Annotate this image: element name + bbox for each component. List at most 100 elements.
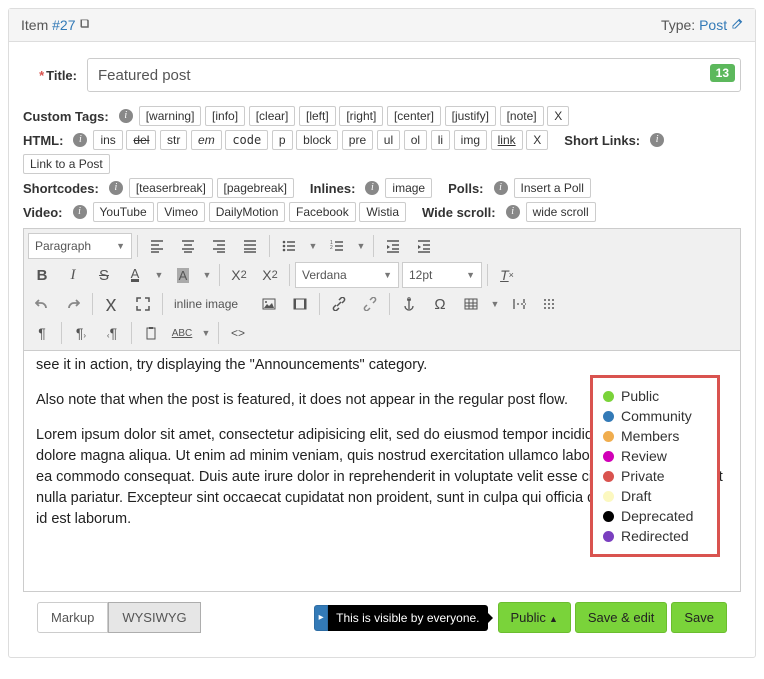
tag-button[interactable]: [note]: [500, 106, 544, 126]
status-option[interactable]: Redirected: [603, 526, 707, 546]
tag-button[interactable]: block: [296, 130, 338, 150]
status-option[interactable]: Review: [603, 446, 707, 466]
status-option[interactable]: Deprecated: [603, 506, 707, 526]
italic-icon[interactable]: I: [59, 262, 87, 288]
tag-button[interactable]: li: [431, 130, 450, 150]
inline-image-button[interactable]: image: [385, 178, 432, 198]
fullscreen-icon[interactable]: [129, 291, 157, 317]
status-option[interactable]: Public: [603, 386, 707, 406]
rtl-icon[interactable]: ‹¶: [98, 320, 126, 346]
info-icon[interactable]: i: [119, 109, 133, 123]
save-button[interactable]: Save: [671, 602, 727, 633]
tag-button[interactable]: ul: [377, 130, 400, 150]
special-char-icon[interactable]: Ω: [426, 291, 454, 317]
tag-button[interactable]: code: [225, 130, 268, 150]
superscript-icon[interactable]: X2: [256, 262, 284, 288]
dropdown-icon[interactable]: ▼: [199, 320, 213, 346]
size-select[interactable]: 12pt▼: [402, 262, 482, 288]
tag-button[interactable]: em: [191, 130, 222, 150]
font-select[interactable]: Verdana▼: [295, 262, 399, 288]
link-icon[interactable]: [325, 291, 353, 317]
info-icon[interactable]: i: [365, 181, 379, 195]
media-icon[interactable]: [286, 291, 314, 317]
info-icon[interactable]: i: [73, 133, 87, 147]
tag-button[interactable]: [center]: [387, 106, 441, 126]
dropdown-icon[interactable]: ▼: [354, 233, 368, 259]
dropdown-icon[interactable]: ▼: [152, 262, 166, 288]
wide-scroll-button[interactable]: wide scroll: [526, 202, 596, 222]
tag-button[interactable]: [justify]: [445, 106, 496, 126]
markup-tab[interactable]: Markup: [37, 602, 108, 633]
subscript-icon[interactable]: X2: [225, 262, 253, 288]
tag-button[interactable]: p: [272, 130, 293, 150]
info-icon[interactable]: i: [73, 205, 87, 219]
pagebreak-icon[interactable]: [505, 291, 533, 317]
inline-image-button[interactable]: inline image: [168, 291, 252, 317]
tag-button[interactable]: X: [526, 130, 548, 150]
bg-color-icon[interactable]: A: [169, 262, 197, 288]
outdent-icon[interactable]: [379, 233, 407, 259]
tag-button[interactable]: [warning]: [139, 106, 202, 126]
status-option[interactable]: Draft: [603, 486, 707, 506]
anchor-icon[interactable]: [395, 291, 423, 317]
info-icon[interactable]: i: [506, 205, 520, 219]
tag-button[interactable]: del: [126, 130, 156, 150]
wysiwyg-tab[interactable]: WYSIWYG: [108, 602, 200, 633]
dropdown-icon[interactable]: ▼: [306, 233, 320, 259]
unlink-icon[interactable]: [356, 291, 384, 317]
tag-button[interactable]: Vimeo: [157, 202, 205, 222]
paste-icon[interactable]: [137, 320, 165, 346]
insert-poll-button[interactable]: Insert a Poll: [514, 178, 591, 198]
tag-button[interactable]: X: [547, 106, 569, 126]
tag-button[interactable]: [right]: [339, 106, 383, 126]
info-icon[interactable]: i: [650, 133, 664, 147]
align-left-icon[interactable]: [143, 233, 171, 259]
status-option[interactable]: Private: [603, 466, 707, 486]
dropdown-icon[interactable]: ▼: [200, 262, 214, 288]
visibility-button[interactable]: Public▲: [498, 602, 571, 633]
history-icon[interactable]: [79, 18, 91, 30]
tag-button[interactable]: [clear]: [249, 106, 296, 126]
save-edit-button[interactable]: Save & edit: [575, 602, 668, 633]
tag-button[interactable]: ol: [404, 130, 427, 150]
tag-button[interactable]: img: [454, 130, 487, 150]
tag-button[interactable]: pre: [342, 130, 373, 150]
spellcheck-icon[interactable]: ABC: [168, 320, 196, 346]
bullet-list-icon[interactable]: [275, 233, 303, 259]
table-icon[interactable]: [457, 291, 485, 317]
tag-button[interactable]: [teaserbreak]: [129, 178, 213, 198]
text-color-icon[interactable]: A: [121, 262, 149, 288]
pilcrow-icon[interactable]: ¶: [28, 320, 56, 346]
info-icon[interactable]: i: [494, 181, 508, 195]
status-option[interactable]: Members: [603, 426, 707, 446]
format-select[interactable]: Paragraph▼: [28, 233, 132, 259]
tag-button[interactable]: str: [160, 130, 187, 150]
redo-icon[interactable]: [59, 291, 87, 317]
align-justify-icon[interactable]: [236, 233, 264, 259]
align-center-icon[interactable]: [174, 233, 202, 259]
strikethrough-icon[interactable]: S: [90, 262, 118, 288]
source-icon[interactable]: <>: [224, 320, 252, 346]
type-link[interactable]: Post: [699, 17, 743, 33]
item-number-link[interactable]: #27: [52, 17, 75, 33]
status-option[interactable]: Community: [603, 406, 707, 426]
tag-button[interactable]: DailyMotion: [209, 202, 286, 222]
tag-button[interactable]: [info]: [205, 106, 245, 126]
image-icon[interactable]: [255, 291, 283, 317]
undo-icon[interactable]: [28, 291, 56, 317]
link-to-post-button[interactable]: Link to a Post: [23, 154, 110, 174]
find-icon[interactable]: [98, 291, 126, 317]
title-input[interactable]: [87, 58, 741, 92]
tag-button[interactable]: Wistia: [359, 202, 406, 222]
numbered-list-icon[interactable]: 12: [323, 233, 351, 259]
info-icon[interactable]: i: [109, 181, 123, 195]
clear-format-icon[interactable]: T×: [493, 262, 521, 288]
tag-button[interactable]: [pagebreak]: [217, 178, 294, 198]
bold-icon[interactable]: B: [28, 262, 56, 288]
ltr-icon[interactable]: ¶›: [67, 320, 95, 346]
indent-icon[interactable]: [410, 233, 438, 259]
readmore-icon[interactable]: [536, 291, 564, 317]
align-right-icon[interactable]: [205, 233, 233, 259]
tag-button[interactable]: Facebook: [289, 202, 356, 222]
tag-button[interactable]: ins: [93, 130, 122, 150]
